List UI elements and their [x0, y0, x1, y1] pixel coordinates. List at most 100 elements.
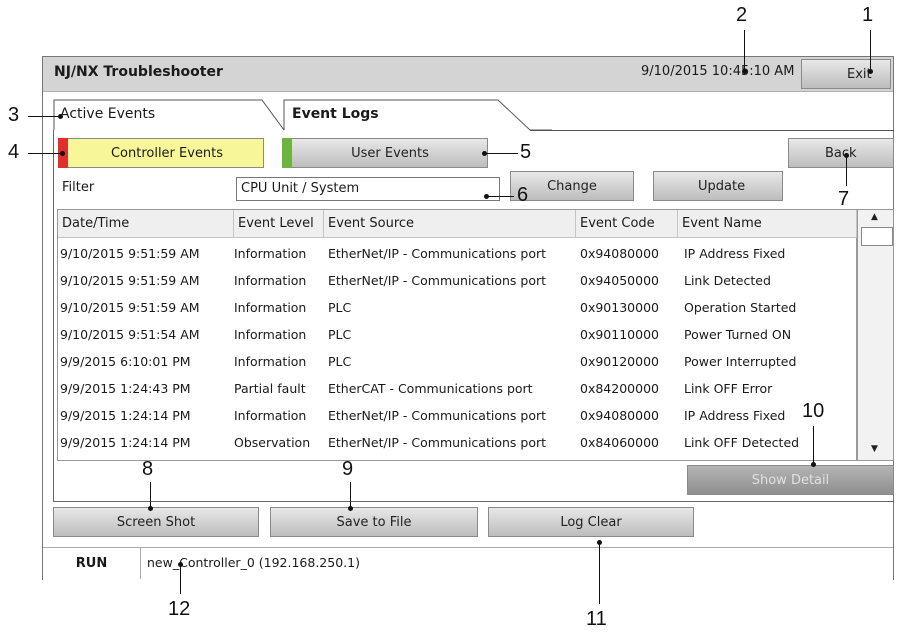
table-cell: 9/10/2015 9:51:59 AM [60, 300, 200, 315]
callout-6-line [486, 196, 514, 197]
tab-active-events-label: Active Events [60, 106, 156, 122]
back-button[interactable]: Back [788, 138, 894, 168]
scroll-thumb[interactable] [861, 227, 893, 246]
scroll-up-icon[interactable]: ▲ [871, 212, 878, 222]
table-cell: Information [234, 354, 307, 369]
table-cell: 0x94050000 [580, 273, 659, 288]
table-cell: 0x90120000 [580, 354, 659, 369]
callout-11: 11 [586, 608, 607, 630]
column-header-event-source[interactable]: Event Source [324, 210, 576, 238]
callout-1: 1 [862, 4, 874, 26]
callout-9-line [350, 482, 351, 508]
user-events-indicator [282, 138, 292, 168]
callout-10-dot [811, 462, 816, 467]
callout-10: 10 [802, 400, 825, 422]
screen-shot-button[interactable]: Screen Shot [53, 507, 259, 537]
table-cell: IP Address Fixed [684, 408, 786, 423]
callout-4: 4 [8, 141, 20, 163]
datetime-display: 9/10/2015 10:45:10 AM [641, 64, 795, 79]
table-cell: 9/10/2015 9:51:59 AM [60, 246, 200, 261]
column-header-datetime[interactable]: Date/Time [58, 210, 234, 238]
table-cell: PLC [328, 354, 352, 369]
callout-12-dot [178, 562, 183, 567]
table-cell: 0x90110000 [580, 327, 659, 342]
table-cell: Information [234, 273, 307, 288]
table-cell: 0x84200000 [580, 381, 659, 396]
tab-event-logs-label: Event Logs [292, 106, 379, 122]
user-events-label: User Events [351, 145, 429, 161]
callout-5-line [484, 153, 518, 154]
table-cell: 9/10/2015 9:51:59 AM [60, 273, 200, 288]
table-cell: Link OFF Detected [684, 435, 800, 450]
table-cell: EtherNet/IP - Communications port [328, 273, 547, 288]
scroll-down-icon[interactable]: ▼ [871, 444, 878, 454]
save-to-file-button[interactable]: Save to File [270, 507, 478, 537]
callout-9: 9 [342, 458, 354, 480]
app-title: NJ/NX Troubleshooter [54, 64, 223, 80]
table-cell: 0x90130000 [580, 300, 659, 315]
callout-8: 8 [142, 458, 154, 480]
table-cell: 0x94080000 [580, 408, 659, 423]
table-cell: EtherNet/IP - Communications port [328, 408, 547, 423]
table-cell: PLC [328, 327, 352, 342]
user-events-button[interactable]: User Events [282, 138, 488, 168]
column-header-event-code[interactable]: Event Code [576, 210, 678, 238]
table-cell: Link OFF Error [684, 381, 773, 396]
log-clear-button[interactable]: Log Clear [488, 507, 694, 537]
callout-12-line [180, 564, 181, 594]
callout-7: 7 [838, 188, 850, 210]
table-cell: Power Interrupted [684, 354, 797, 369]
table-cell: 0x94080000 [580, 246, 659, 261]
callout-5-dot [482, 151, 487, 156]
table-cell: IP Address Fixed [684, 246, 786, 261]
table-cell: Operation Started [684, 300, 797, 315]
table-cell: Partial fault [234, 381, 306, 396]
controller-events-label: Controller Events [110, 145, 224, 161]
table-cell: EtherNet/IP - Communications port [328, 435, 547, 450]
table-cell: Observation [234, 435, 311, 450]
callout-10-line [813, 426, 814, 466]
table-cell: PLC [328, 300, 352, 315]
change-button[interactable]: Change [510, 171, 634, 201]
table-cell: EtherCAT - Communications port [328, 381, 533, 396]
table-scrollbar[interactable] [857, 209, 894, 461]
callout-2-line [744, 30, 745, 72]
table-cell: Information [234, 408, 307, 423]
table-cell: 9/9/2015 1:24:14 PM [60, 435, 191, 450]
callout-9-dot [348, 506, 353, 511]
filter-label: Filter [62, 180, 95, 195]
callout-8-dot [148, 506, 153, 511]
table-cell: 9/9/2015 6:10:01 PM [60, 354, 191, 369]
callout-1-line [870, 30, 871, 72]
exit-button[interactable]: Exit [801, 59, 891, 89]
show-detail-button[interactable]: Show Detail [687, 465, 894, 495]
table-cell: Link Detected [684, 273, 771, 288]
table-cell: Information [234, 300, 307, 315]
callout-2-dot [742, 69, 747, 74]
table-cell: 9/9/2015 1:24:43 PM [60, 381, 191, 396]
callout-4-dot [60, 151, 65, 156]
callout-11-dot [597, 540, 602, 545]
table-cell: 9/10/2015 9:51:54 AM [60, 327, 200, 342]
column-header-event-name[interactable]: Event Name [678, 210, 857, 238]
callout-11-line [599, 542, 600, 604]
table-cell: 0x84060000 [580, 435, 659, 450]
filter-input[interactable]: CPU Unit / System [236, 177, 500, 201]
update-button[interactable]: Update [653, 171, 783, 201]
run-status: RUN [43, 547, 141, 579]
callout-8-line [150, 482, 151, 508]
callout-7-dot [844, 153, 849, 158]
column-header-event-level[interactable]: Event Level [234, 210, 324, 238]
table-cell: Information [234, 327, 307, 342]
callout-2: 2 [736, 4, 748, 26]
table-cell: 9/9/2015 1:24:14 PM [60, 408, 191, 423]
callout-3: 3 [8, 104, 20, 126]
callout-5: 5 [520, 141, 532, 163]
callout-3-line [28, 116, 60, 117]
callout-3-dot [58, 114, 63, 119]
callout-1-dot [868, 69, 873, 74]
callout-12: 12 [168, 598, 191, 620]
callout-6: 6 [517, 184, 529, 206]
callout-7-line [846, 156, 847, 186]
callout-6-dot [484, 194, 489, 199]
